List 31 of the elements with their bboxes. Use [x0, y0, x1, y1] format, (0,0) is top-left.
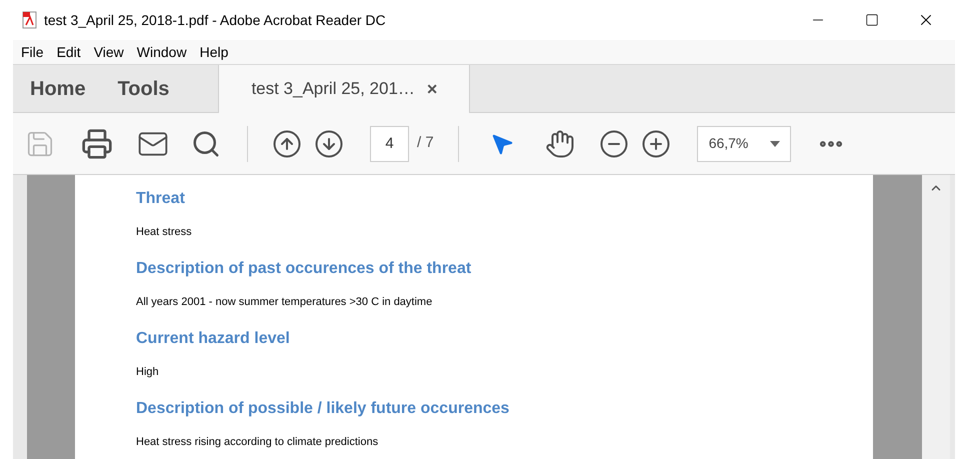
tab-close-icon[interactable]: × [426, 76, 438, 102]
menu-item[interactable]: File [21, 42, 44, 62]
next-page-icon[interactable] [314, 128, 344, 158]
section-heading: Threat [136, 189, 185, 209]
section-body: Heat stress rising according to climate predictions [136, 435, 378, 449]
maximize-icon[interactable] [865, 13, 879, 27]
page-count: / 7 [417, 133, 434, 154]
section-heading: Description of past occurences of the threat [136, 259, 472, 279]
zoom-dropdown[interactable]: 66,7% [696, 126, 791, 162]
previous-page-icon[interactable] [272, 128, 302, 158]
section-body: Heat stress [136, 225, 192, 239]
section-heading: Description of possible / likely future occurences [136, 399, 510, 419]
hand-icon[interactable] [544, 128, 575, 158]
zoom-out-icon[interactable] [598, 128, 629, 158]
menu-item[interactable]: Help [200, 42, 228, 62]
document-tab[interactable]: test 3_April 25, 201… × [218, 65, 470, 113]
print-icon[interactable] [81, 128, 113, 160]
section-heading: Current hazard level [136, 329, 290, 349]
pdf-file-icon [22, 11, 38, 29]
section-body: High [136, 365, 159, 379]
search-icon[interactable] [191, 128, 221, 158]
menu-item[interactable]: Edit [56, 42, 81, 62]
menu-item[interactable]: Window [136, 42, 187, 62]
dropdown-caret-icon [770, 140, 780, 146]
nav-tab[interactable]: Home [13, 65, 101, 112]
menu-item[interactable]: View [94, 42, 124, 62]
zoom-in-icon[interactable] [640, 128, 671, 158]
page-number-field[interactable]: 4 [370, 126, 409, 162]
window-title: test 3_April 25, 2018-1.pdf - Adobe Acrobat Reader DC [44, 10, 386, 30]
section-body: All years 2001 - now summer temperatures >30 C in daytime [136, 295, 432, 309]
nav-tab[interactable]: Tools [100, 65, 184, 112]
